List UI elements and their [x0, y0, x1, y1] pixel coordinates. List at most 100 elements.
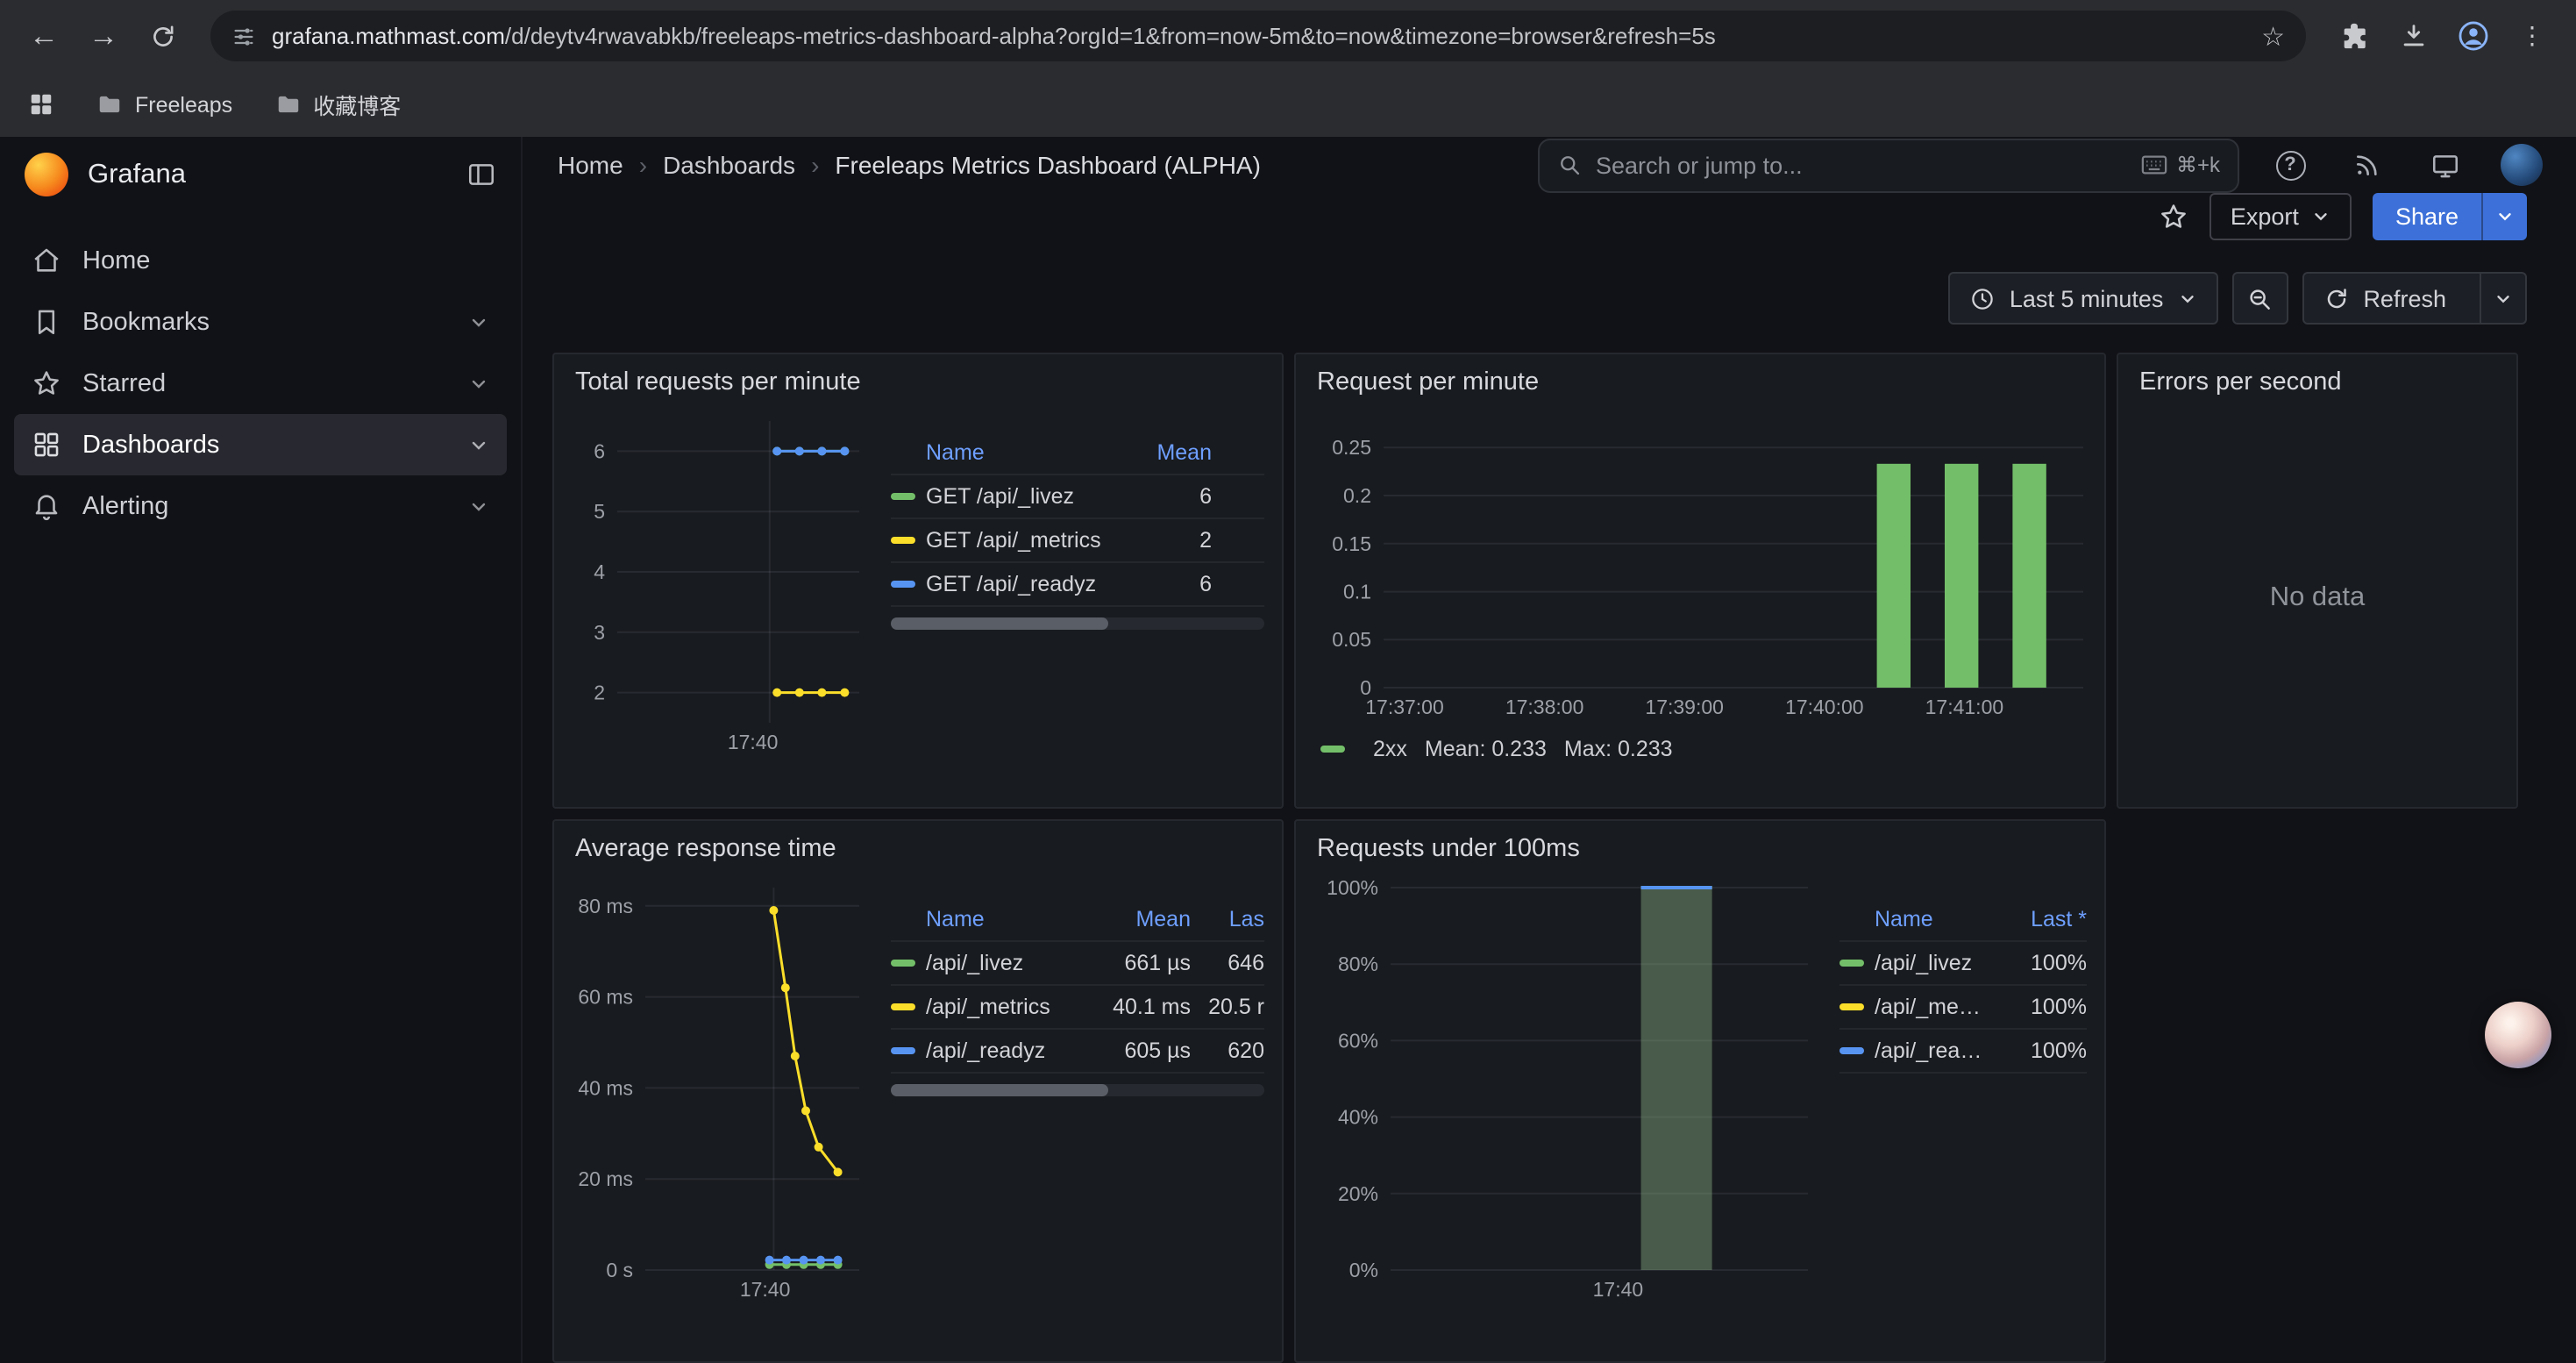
legend-row: /api/_readyz 605 µs 620 — [891, 1030, 1264, 1074]
url-bar[interactable]: grafana.mathmast.com/d/deytv4rwavabkb/fr… — [210, 11, 2306, 61]
chevron-down-icon[interactable] — [468, 373, 489, 394]
series-last: 646 — [1191, 951, 1264, 975]
breadcrumb-dashboards[interactable]: Dashboards — [663, 151, 795, 179]
legend-header-name[interactable]: Name — [891, 907, 1089, 931]
kiosk-mode-button[interactable] — [2418, 139, 2471, 191]
bookmark-star-icon[interactable]: ☆ — [2261, 20, 2285, 52]
series-name[interactable]: /api/_readyz — [1875, 1038, 1985, 1063]
request-per-minute-chart[interactable]: 0.250.20.150.10.05017:37:0017:38:0017:39… — [1313, 414, 2097, 726]
legend-row: /api/_metrics 40.1 ms 20.5 r — [891, 986, 1264, 1030]
legend-header-mean[interactable]: Mean — [1089, 907, 1191, 931]
series-name[interactable]: GET /api/_readyz — [926, 572, 1110, 596]
series-color — [891, 537, 915, 544]
series-name[interactable]: /api/_metrics — [1875, 995, 1985, 1019]
reload-button[interactable] — [137, 10, 189, 62]
chevron-down-icon[interactable] — [468, 496, 489, 517]
series-last: 20.5 r — [1191, 995, 1264, 1019]
breadcrumb-home[interactable]: Home — [558, 151, 623, 179]
panel-title[interactable]: Errors per second — [2136, 365, 2499, 403]
legend-header-name[interactable]: Name — [891, 440, 1110, 465]
legend-scrollbar[interactable] — [891, 617, 1264, 630]
chevron-down-icon[interactable] — [468, 311, 489, 332]
sidebar-item-alerting[interactable]: Alerting — [14, 475, 507, 537]
export-label: Export — [2231, 203, 2299, 230]
bookmarks-bar: Freeleaps 收藏博客 — [0, 72, 2576, 137]
average-response-time-chart[interactable]: 80 ms60 ms40 ms20 ms0 s17:40 — [572, 870, 873, 1309]
legend-scrollbar[interactable] — [891, 1084, 1264, 1096]
legend-header-mean[interactable]: Mean — [1110, 440, 1212, 465]
user-menu-button[interactable] — [2495, 139, 2548, 191]
legend-row: /api/_readyz 100% — [1839, 1030, 2087, 1074]
bookmark-favorites-blog[interactable]: 收藏博客 — [274, 88, 401, 121]
time-range-label: Last 5 minutes — [2010, 285, 2164, 311]
bookmark-freeleaps[interactable]: Freeleaps — [96, 91, 232, 118]
legend-table: Name Last * /api/_livez 100% /api/_metri… — [1839, 870, 2087, 1347]
legend-header-last[interactable]: Las — [1191, 907, 1264, 931]
series-name[interactable]: GET /api/_metrics — [926, 528, 1110, 553]
sidebar-item-starred[interactable]: Starred — [14, 353, 507, 414]
panel-title[interactable]: Requests under 100ms — [1313, 831, 2087, 870]
svg-text:0 s: 0 s — [606, 1259, 633, 1281]
series-color — [1839, 1047, 1864, 1054]
grafana-logo[interactable] — [25, 153, 68, 196]
share-button[interactable]: Share — [2373, 193, 2481, 240]
legend-header-last[interactable]: Last * — [1985, 907, 2087, 931]
scrollbar-thumb[interactable] — [891, 617, 1107, 630]
series-name[interactable]: /api/_livez — [926, 951, 1089, 975]
apps-grid-icon[interactable] — [28, 91, 54, 118]
sidebar-item-bookmarks[interactable]: Bookmarks — [14, 291, 507, 353]
favorite-dashboard-button[interactable] — [2159, 202, 2188, 232]
sidebar-item-dashboards[interactable]: Dashboards — [14, 414, 507, 475]
total-requests-chart[interactable]: 6543217:40 — [572, 403, 873, 761]
profile-icon — [2456, 19, 2489, 53]
refresh-interval-button[interactable] — [2480, 274, 2525, 323]
legend-row: GET /api/_livez 6 — [891, 475, 1264, 519]
sidebar-item-home[interactable]: Home — [14, 230, 507, 291]
search-input[interactable]: Search or jump to... ⌘+k — [1538, 138, 2239, 192]
forward-button[interactable]: → — [77, 10, 130, 62]
requests-under-100ms-chart[interactable]: 100%80%60%40%20%0%17:40 — [1313, 870, 1822, 1309]
site-settings-icon[interactable] — [231, 24, 256, 48]
svg-text:3: 3 — [594, 621, 605, 644]
folder-icon — [96, 91, 123, 118]
panel-title[interactable]: Average response time — [572, 831, 1264, 870]
browser-menu-button[interactable]: ⋮ — [2506, 10, 2558, 62]
series-name[interactable]: /api/_livez — [1875, 951, 1985, 975]
panel-title[interactable]: Total requests per minute — [572, 365, 1264, 403]
legend-header-name[interactable]: Name — [1839, 907, 1985, 931]
share-menu-button[interactable] — [2481, 193, 2527, 240]
time-range-picker[interactable]: Last 5 minutes — [1948, 272, 2218, 325]
collapse-sidebar-icon[interactable] — [466, 160, 496, 189]
back-button[interactable]: ← — [18, 10, 70, 62]
profile-button[interactable] — [2446, 10, 2499, 62]
series-name[interactable]: 2xx — [1373, 737, 1407, 761]
panel-title[interactable]: Request per minute — [1313, 365, 2087, 403]
svg-text:0.25: 0.25 — [1332, 436, 1371, 459]
forward-arrow-icon: → — [89, 18, 118, 54]
star-outline-icon — [2159, 202, 2188, 232]
breadcrumb-separator: › — [639, 151, 647, 179]
scrollbar-thumb[interactable] — [891, 1084, 1107, 1096]
svg-text:100%: 100% — [1327, 876, 1378, 899]
chevron-down-icon — [2495, 207, 2515, 226]
sidebar-nav: Home Bookmarks Starred Dashboards — [0, 212, 521, 537]
series-name[interactable]: /api/_metrics — [926, 995, 1089, 1019]
svg-text:5: 5 — [594, 500, 605, 523]
chevron-down-icon[interactable] — [468, 434, 489, 455]
downloads-button[interactable] — [2387, 10, 2439, 62]
zoom-out-time-button[interactable] — [2231, 272, 2288, 325]
news-button[interactable] — [2341, 139, 2394, 191]
export-button[interactable]: Export — [2210, 193, 2352, 240]
series-mean: 605 µs — [1089, 1038, 1191, 1063]
extensions-button[interactable] — [2327, 10, 2380, 62]
svg-text:17:41:00: 17:41:00 — [1925, 696, 2004, 718]
refresh-button[interactable]: Refresh — [2303, 274, 2466, 323]
help-button[interactable]: ? — [2264, 139, 2316, 191]
series-name[interactable]: /api/_readyz — [926, 1038, 1089, 1063]
dashboard-actions: Export Share — [523, 193, 2576, 240]
series-name[interactable]: GET /api/_livez — [926, 484, 1110, 509]
breadcrumb-separator: › — [811, 151, 819, 179]
legend-table: Name Mean GET /api/_livez 6 GET /api/_me… — [891, 403, 1264, 793]
assistant-avatar-button[interactable] — [2485, 1002, 2551, 1068]
legend: 2xx Mean: 0.233 Max: 0.233 — [1313, 726, 2087, 761]
